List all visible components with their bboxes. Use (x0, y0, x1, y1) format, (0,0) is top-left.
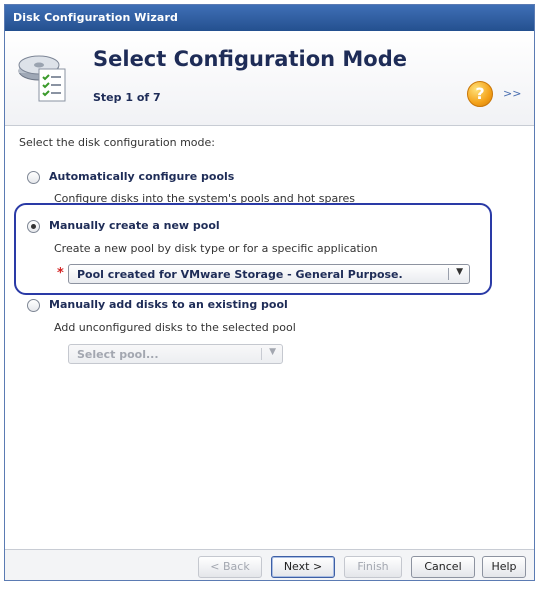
help-question-icon[interactable]: ? (467, 81, 493, 107)
disk-checklist-icon (18, 55, 66, 102)
window-title: Disk Configuration Wizard (5, 5, 534, 31)
cancel-button[interactable]: Cancel (411, 556, 475, 578)
manual-add-description: Add unconfigured disks to the selected p… (54, 321, 296, 334)
step-indicator: Step 1 of 7 (93, 91, 161, 104)
pool-type-select-value: Pool created for VMware Storage - Genera… (77, 268, 403, 281)
page-title: Select Configuration Mode (93, 47, 407, 71)
chevron-down-icon[interactable]: ▼ (456, 267, 463, 277)
manual-create-description: Create a new pool by disk type or for a … (54, 242, 378, 255)
chevron-down-icon: ▼ (269, 347, 276, 357)
mode-prompt: Select the disk configuration mode: (19, 136, 215, 149)
next-button[interactable]: Next > (271, 556, 335, 578)
wizard-header: Select Configuration Mode Step 1 of 7 ? … (5, 31, 534, 126)
back-button[interactable]: < Back (198, 556, 262, 578)
manual-create-radio[interactable] (27, 220, 40, 233)
wizard-footer: < Back Next > Finish Cancel Help (5, 549, 534, 580)
manual-create-label[interactable]: Manually create a new pool (49, 219, 220, 232)
auto-configure-radio[interactable] (27, 171, 40, 184)
existing-pool-select: Select pool... ▼ (68, 344, 283, 364)
expand-steps-link[interactable]: >> (503, 87, 521, 100)
existing-pool-select-value: Select pool... (77, 348, 159, 361)
manual-add-radio[interactable] (27, 299, 40, 312)
select-divider (261, 348, 262, 360)
wizard-content: Select the disk configuration mode: Auto… (5, 126, 534, 550)
help-button[interactable]: Help (482, 556, 526, 578)
select-divider (448, 268, 449, 280)
manual-add-label[interactable]: Manually add disks to an existing pool (49, 298, 288, 311)
finish-button[interactable]: Finish (344, 556, 402, 578)
required-marker: * (57, 266, 64, 281)
wizard-window: Disk Configuration Wizard Select Configu… (4, 4, 535, 581)
auto-configure-label[interactable]: Automatically configure pools (49, 170, 234, 183)
pool-type-select[interactable]: Pool created for VMware Storage - Genera… (68, 264, 470, 284)
